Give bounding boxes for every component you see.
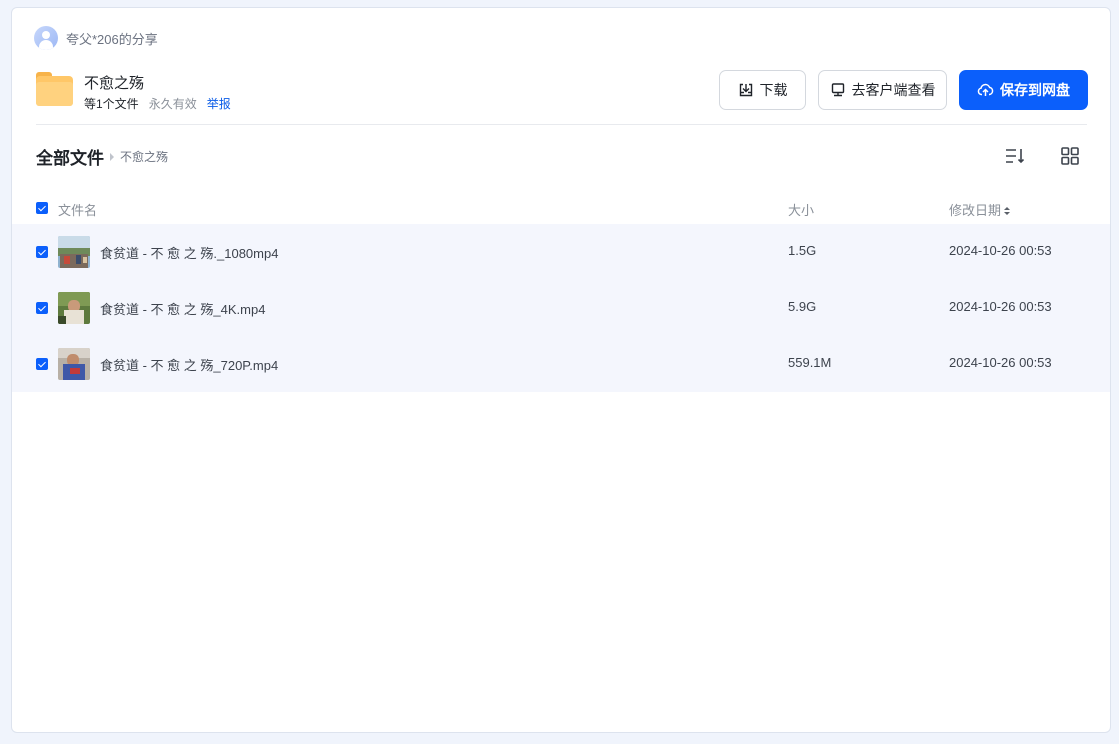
- header-divider: [36, 124, 1087, 125]
- breadcrumb-separator-icon: [110, 152, 114, 161]
- file-name: 食贫道 - 不 愈 之 殇._1080mp4: [100, 246, 279, 261]
- file-date: 2024-10-26 00:53: [949, 299, 1052, 314]
- share-meta: 等1个文件 永久有效 举报: [84, 95, 231, 112]
- row-checkbox[interactable]: [36, 358, 48, 370]
- open-client-label: 去客户端查看: [851, 82, 936, 98]
- file-date: 2024-10-26 00:53: [949, 243, 1052, 258]
- column-header-date[interactable]: 修改日期: [949, 200, 1011, 219]
- file-date: 2024-10-26 00:53: [949, 355, 1052, 370]
- file-name: 食贫道 - 不 愈 之 殇_4K.mp4: [100, 302, 266, 317]
- file-count: 等1个文件: [84, 97, 139, 111]
- row-checkbox[interactable]: [36, 302, 48, 314]
- report-link[interactable]: 举报: [207, 95, 231, 112]
- user-avatar-icon: [34, 26, 58, 50]
- cloud-upload-icon: [977, 82, 994, 98]
- breadcrumb: 全部文件 不愈之殇: [36, 144, 168, 169]
- sort-list-icon[interactable]: [1003, 144, 1027, 168]
- column-header-date-label: 修改日期: [949, 203, 1002, 218]
- save-to-drive-label: 保存到网盘: [1000, 82, 1070, 98]
- row-checkbox[interactable]: [36, 246, 48, 258]
- share-title: 不愈之殇: [84, 75, 145, 92]
- table-row[interactable]: 食贫道 - 不 愈 之 殇_720P.mp4 559.1M 2024-10-26…: [12, 336, 1110, 392]
- video-thumbnail: [58, 348, 90, 380]
- video-thumbnail: [58, 292, 90, 324]
- file-size: 1.5G: [788, 243, 817, 258]
- select-all-checkbox[interactable]: [36, 202, 48, 214]
- table-row[interactable]: 食贫道 - 不 愈 之 殇._1080mp4 1.5G 2024-10-26 0…: [12, 224, 1110, 280]
- validity-text: 永久有效: [148, 97, 197, 111]
- breadcrumb-current: 不愈之殇: [120, 150, 169, 164]
- download-button[interactable]: 下载: [719, 70, 806, 110]
- folder-icon: [36, 72, 73, 106]
- sharer-name: 夸父*206的分享: [66, 31, 158, 47]
- share-card: 夸父*206的分享 不愈之殇 等1个文件 永久有效 举报 下载 去客户端查看 保…: [11, 7, 1111, 733]
- file-name: 食贫道 - 不 愈 之 殇_720P.mp4: [100, 358, 279, 373]
- column-header-name[interactable]: 文件名: [58, 200, 97, 219]
- download-icon: [738, 82, 754, 98]
- file-size: 5.9G: [788, 299, 817, 314]
- sort-arrows-icon[interactable]: [1004, 207, 1011, 216]
- monitor-icon: [830, 82, 846, 98]
- column-header-size[interactable]: 大小: [788, 200, 814, 219]
- grid-view-icon[interactable]: [1058, 144, 1082, 168]
- download-label: 下载: [759, 82, 788, 98]
- file-size: 559.1M: [788, 355, 832, 370]
- sharer-info: 夸父*206的分享: [34, 26, 158, 50]
- video-thumbnail: [58, 236, 90, 268]
- open-client-button[interactable]: 去客户端查看: [818, 70, 947, 110]
- table-header: 文件名 大小 修改日期: [12, 191, 1110, 225]
- breadcrumb-root[interactable]: 全部文件: [36, 144, 104, 169]
- table-row[interactable]: 食贫道 - 不 愈 之 殇_4K.mp4 5.9G 2024-10-26 00:…: [12, 280, 1110, 336]
- save-to-drive-button[interactable]: 保存到网盘: [959, 70, 1088, 110]
